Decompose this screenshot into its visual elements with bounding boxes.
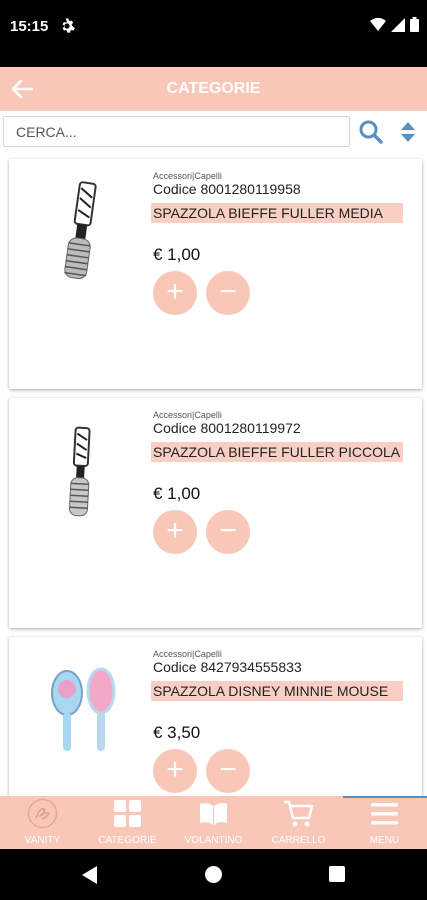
back-triangle-icon[interactable]: [82, 866, 98, 884]
add-quantity-button[interactable]: +: [153, 749, 197, 793]
book-icon: [200, 802, 227, 825]
product-price: € 1,00: [153, 484, 201, 503]
signal-icon: [391, 17, 405, 32]
product-code: Codice 8001280119972: [153, 420, 301, 436]
product-name: SPAZZOLA BIEFFE FULLER MEDIA: [151, 203, 403, 223]
page-title: CATEGORIE: [166, 80, 261, 97]
product-price: € 1,00: [153, 245, 201, 264]
tab-label: MENU: [369, 835, 400, 846]
product-card[interactable]: Accessori|Capelli Codice 8427934555833 S…: [9, 637, 422, 796]
search-icon[interactable]: [358, 119, 384, 145]
product-category: Accessori|Capelli: [153, 410, 222, 420]
product-image: [64, 181, 97, 280]
search-bar: [0, 111, 427, 151]
cart-icon: [284, 800, 314, 827]
home-circle-icon[interactable]: [205, 866, 222, 883]
remove-quantity-button[interactable]: −: [206, 271, 250, 315]
vanity-logo-icon: [27, 798, 58, 829]
status-bar: 15:15: [0, 0, 427, 67]
product-list[interactable]: Accessori|Capelli Codice 8001280119958 S…: [0, 151, 427, 796]
tab-vanity[interactable]: VANITY: [0, 796, 85, 849]
tab-categorie[interactable]: CATEGORIE: [85, 796, 170, 849]
tab-label: CARRELLO: [271, 835, 326, 846]
status-time: 15:15: [10, 18, 49, 35]
tab-label: CATEGORIE: [98, 835, 157, 846]
tab-volantino[interactable]: VOLANTINO: [171, 796, 256, 849]
battery-icon: [410, 17, 419, 32]
product-code: Codice 8427934555833: [153, 659, 302, 675]
wifi-icon: [370, 17, 386, 31]
product-name: SPAZZOLA BIEFFE FULLER PICCOLA: [151, 442, 403, 462]
product-image: [68, 426, 91, 517]
add-quantity-button[interactable]: +: [153, 271, 197, 315]
tab-carrello[interactable]: CARRELLO: [256, 796, 341, 849]
product-code: Codice 8001280119958: [153, 181, 301, 197]
app-bar: CATEGORIE: [0, 67, 427, 111]
system-navigation-bar: [0, 849, 427, 900]
menu-icon: [371, 803, 398, 825]
product-name: SPAZZOLA DISNEY MINNIE MOUSE: [151, 681, 403, 701]
product-image: [51, 667, 116, 751]
grid-icon: [114, 800, 141, 827]
product-card[interactable]: Accessori|Capelli Codice 8001280119972 S…: [9, 398, 422, 628]
remove-quantity-button[interactable]: −: [206, 510, 250, 554]
sort-icon[interactable]: [398, 119, 418, 145]
bottom-tab-bar: VANITY CATEGORIE VOLANTINO CARRELLO MENU: [0, 796, 427, 849]
tab-label: VOLANTINO: [184, 835, 243, 846]
product-category: Accessori|Capelli: [153, 649, 222, 659]
search-input[interactable]: [3, 116, 350, 147]
tab-menu[interactable]: MENU: [342, 796, 427, 849]
tab-label: VANITY: [24, 835, 61, 846]
add-quantity-button[interactable]: +: [153, 510, 197, 554]
product-category: Accessori|Capelli: [153, 171, 222, 181]
remove-quantity-button[interactable]: −: [206, 749, 250, 793]
product-price: € 3,50: [153, 723, 201, 742]
gear-icon: [62, 18, 75, 33]
active-tab-indicator: [343, 796, 427, 798]
recents-square-icon[interactable]: [329, 866, 345, 882]
product-card[interactable]: Accessori|Capelli Codice 8001280119958 S…: [9, 159, 422, 389]
